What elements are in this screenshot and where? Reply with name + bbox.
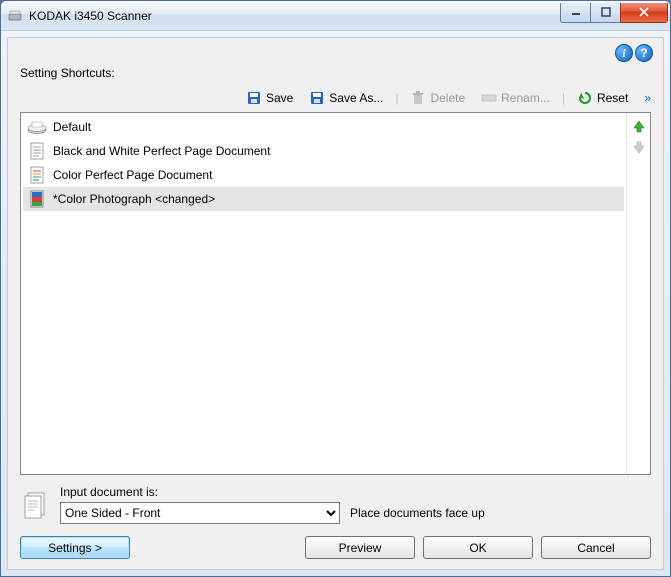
delete-button: Delete	[406, 88, 469, 108]
rename-icon	[481, 90, 497, 106]
document-stack-icon	[20, 490, 50, 520]
rename-button: Renam...	[477, 88, 554, 108]
reset-label: Reset	[597, 91, 628, 105]
minimize-button[interactable]	[560, 3, 590, 23]
input-document-hint: Place documents face up	[350, 506, 485, 520]
cancel-button[interactable]: Cancel	[541, 536, 651, 559]
shortcuts-listbox[interactable]: Default Black and White Perfect Page Doc…	[20, 112, 651, 475]
window: KODAK i3450 Scanner i ? Setting Shortcut…	[0, 0, 671, 577]
close-button[interactable]	[620, 3, 668, 23]
input-document-col: Input document is: One Sided - Front Pla…	[60, 485, 651, 524]
list-item-label: Default	[53, 120, 91, 134]
settings-button-label: Settings >	[48, 541, 102, 555]
reset-button[interactable]: Reset	[573, 88, 632, 108]
save-icon	[246, 90, 262, 106]
list-item-label: *Color Photograph <changed>	[53, 192, 215, 206]
maximize-button[interactable]	[590, 3, 620, 23]
preview-button-label: Preview	[339, 541, 382, 555]
shortcuts-list: Default Black and White Perfect Page Doc…	[21, 113, 626, 474]
preview-button[interactable]: Preview	[305, 536, 415, 559]
delete-label: Delete	[430, 91, 465, 105]
window-title: KODAK i3450 Scanner	[29, 9, 560, 23]
toolbar-separator-2: |	[562, 91, 565, 105]
rename-label: Renam...	[501, 91, 550, 105]
settings-button[interactable]: Settings >	[20, 536, 130, 559]
app-icon	[7, 8, 23, 24]
move-down-button	[630, 139, 648, 157]
ok-button[interactable]: OK	[423, 536, 533, 559]
save-button[interactable]: Save	[242, 88, 297, 108]
list-item[interactable]: Default	[23, 115, 624, 139]
color-page-icon	[27, 166, 47, 184]
titlebar: KODAK i3450 Scanner	[1, 1, 670, 31]
reorder-arrows	[626, 113, 650, 474]
overflow-chevrons-icon[interactable]: »	[640, 91, 649, 105]
save-label: Save	[266, 91, 293, 105]
input-document-label: Input document is:	[60, 485, 651, 499]
toolbar: Save Save As... | Delete Renam...	[20, 84, 651, 112]
scanner-icon	[27, 118, 47, 136]
input-document-select-row: One Sided - Front Place documents face u…	[60, 502, 651, 524]
input-document-select[interactable]: One Sided - Front	[60, 502, 340, 524]
save-as-button[interactable]: Save As...	[305, 88, 387, 108]
cancel-button-label: Cancel	[577, 541, 614, 555]
content: i ? Setting Shortcuts: Save Save As... |	[7, 37, 664, 570]
help-icon[interactable]: ?	[635, 44, 653, 62]
list-item-label: Black and White Perfect Page Document	[53, 144, 270, 158]
button-row: Settings > Preview OK Cancel	[20, 536, 651, 559]
move-up-button[interactable]	[630, 117, 648, 135]
list-item[interactable]: Color Perfect Page Document	[23, 163, 624, 187]
shortcuts-label: Setting Shortcuts:	[20, 66, 651, 80]
info-row: i ?	[615, 44, 653, 62]
color-photo-icon	[27, 190, 47, 208]
reset-icon	[577, 90, 593, 106]
bw-page-icon	[27, 142, 47, 160]
input-document-row: Input document is: One Sided - Front Pla…	[20, 485, 651, 524]
toolbar-separator: |	[395, 91, 398, 105]
save-as-label: Save As...	[329, 91, 383, 105]
list-item-label: Color Perfect Page Document	[53, 168, 212, 182]
delete-icon	[410, 90, 426, 106]
window-controls	[560, 3, 668, 23]
ok-button-label: OK	[469, 541, 486, 555]
list-item[interactable]: *Color Photograph <changed>	[23, 187, 624, 211]
list-item[interactable]: Black and White Perfect Page Document	[23, 139, 624, 163]
save-as-icon	[309, 90, 325, 106]
info-icon[interactable]: i	[615, 44, 633, 62]
